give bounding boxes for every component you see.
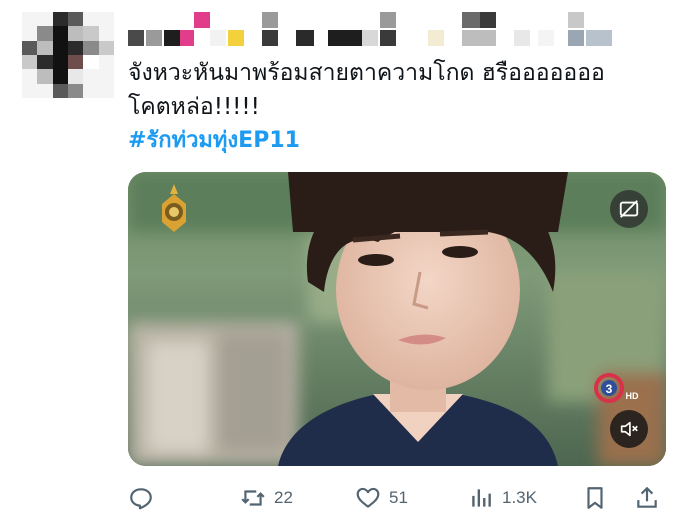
heart-icon <box>356 487 380 508</box>
video-frame <box>128 172 666 466</box>
volume-muted-icon <box>620 421 638 437</box>
like-button[interactable]: 51 <box>355 478 408 518</box>
views-count: 1.3K <box>502 488 537 507</box>
hashtag-link[interactable]: #รักท่วมทุ่งEP11 <box>128 124 300 158</box>
channel-3-hd-logo: 3 HD <box>594 373 639 403</box>
reply-icon <box>130 488 152 510</box>
channel-crest-icon <box>162 184 186 232</box>
closed-captions-off-icon <box>619 200 639 218</box>
bookmark-button[interactable] <box>582 478 608 518</box>
retweet-icon <box>241 490 265 506</box>
author-name-censored[interactable] <box>128 12 628 48</box>
share-icon <box>637 486 657 508</box>
svg-text:3: 3 <box>606 382 613 396</box>
avatar[interactable] <box>22 12 114 98</box>
views-button[interactable]: 1.3K <box>468 478 537 518</box>
bookmark-icon <box>587 487 603 509</box>
retweet-button[interactable]: 22 <box>240 478 293 518</box>
like-count: 51 <box>389 488 408 507</box>
retweet-count: 22 <box>274 488 293 507</box>
captions-button[interactable] <box>610 190 648 228</box>
views-icon <box>472 489 491 507</box>
reply-button[interactable] <box>128 478 162 518</box>
tweet-action-bar: 22 51 1.3K <box>128 478 666 518</box>
share-button[interactable] <box>634 478 660 518</box>
video-player[interactable]: 3 HD <box>128 172 666 466</box>
mute-button[interactable] <box>610 410 648 448</box>
tweet-text: จังหวะหันมาพร้อมสายตาความโกด ฮรือออออออ … <box>128 60 605 120</box>
hd-label: HD <box>626 391 639 401</box>
